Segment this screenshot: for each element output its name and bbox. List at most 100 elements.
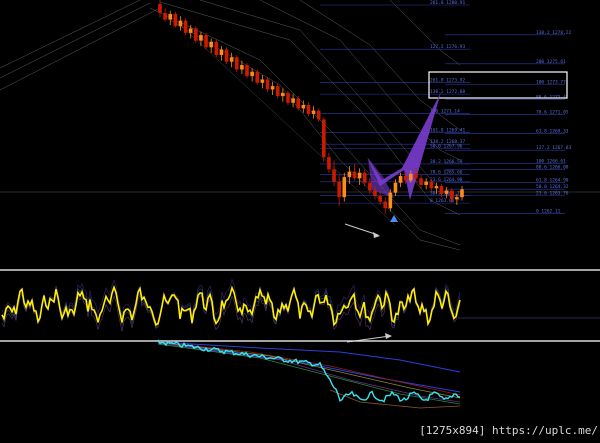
candle <box>168 10 173 26</box>
candle <box>209 38 213 53</box>
candle-body <box>460 189 464 198</box>
fib-level-label: 138.2 1272.88 <box>430 89 466 95</box>
candle <box>204 32 208 50</box>
candle <box>260 75 265 89</box>
fib-level-label: 100 1273.77 <box>536 79 566 85</box>
candle-body <box>296 98 301 109</box>
candle <box>255 69 260 86</box>
candle-body <box>234 57 239 70</box>
indicator-line-0 <box>157 341 461 373</box>
candle-body <box>409 173 413 181</box>
candle-body <box>342 177 347 198</box>
candle-body <box>368 182 372 191</box>
fib-level-label: 23.6 1263.76 <box>536 190 569 196</box>
candle-body <box>275 86 280 97</box>
candle-body <box>209 41 213 48</box>
candle <box>419 174 423 189</box>
candle-body <box>260 79 265 83</box>
candle <box>214 39 219 58</box>
candle-body <box>347 171 352 178</box>
candle <box>245 62 249 79</box>
candle <box>398 172 403 188</box>
trading-chart: 261.8 1280.91 138.2 1278.22 127.2 1276.93 2… <box>0 0 600 439</box>
candle-body <box>424 181 428 185</box>
candle <box>311 106 316 119</box>
candle-body <box>321 119 326 158</box>
candle-body <box>439 186 444 194</box>
candle-body <box>403 176 408 181</box>
candle-body <box>388 192 393 209</box>
candle <box>270 81 275 96</box>
fib-level-label: 161.8 1269.41 <box>430 128 466 134</box>
candle-body <box>291 98 295 103</box>
divergence-arrow-head <box>373 232 380 238</box>
candle-body <box>204 35 208 48</box>
candle <box>275 83 280 99</box>
candle-body <box>199 35 203 41</box>
candle-body <box>357 172 362 179</box>
candle <box>357 168 362 185</box>
candle-body <box>224 49 229 62</box>
fib-level-label: 88.6 1272.41 <box>536 94 569 100</box>
candle-body <box>214 41 219 56</box>
candle <box>388 189 393 212</box>
envelope-line-2 <box>0 7 161 91</box>
fib-level-label: 61.8 1264.90 <box>536 178 569 184</box>
fib-level-label: 78.6 1265.66 <box>430 169 463 175</box>
fib-level-label: 23.6 1264.98 <box>430 177 463 183</box>
candle-body <box>429 181 434 189</box>
candle-body <box>378 196 382 202</box>
divergence-arrow-head-2 <box>385 333 392 339</box>
candle-body <box>281 92 285 97</box>
fib-level-label: 261.8 1280.91 <box>430 0 466 6</box>
candle <box>173 11 178 28</box>
candle <box>327 152 331 173</box>
candle <box>219 46 224 61</box>
fib-level-label: 50.0 1264.32 <box>536 184 569 190</box>
candle-body <box>414 173 418 179</box>
candle-body <box>419 178 423 185</box>
envelope-line-9 <box>389 0 461 66</box>
candle <box>224 47 229 64</box>
fib-level-label: 61.8 1269.33 <box>536 129 569 135</box>
candle-body <box>245 65 249 77</box>
watermark: [1275x894] https://uplc.me/ <box>419 424 598 437</box>
candle-body <box>327 157 331 170</box>
fib-level-label: 50.0 1267.96 <box>430 144 463 150</box>
trend-diagonal <box>174 19 396 226</box>
fib-level-label: 0 1262.11 <box>536 209 561 215</box>
candle-body <box>250 71 254 77</box>
candle-body <box>383 201 388 209</box>
candle-body <box>332 169 336 182</box>
candle-body <box>337 181 341 198</box>
candle-body <box>393 182 398 193</box>
fib-level-label: 200 1275.61 <box>536 59 566 65</box>
candle <box>265 77 270 92</box>
candle <box>321 117 326 162</box>
candle-body <box>270 86 275 90</box>
fib-level-label: 78.6 1271.05 <box>536 109 569 115</box>
candle-body <box>168 13 173 20</box>
candle-body <box>229 57 234 62</box>
candle-body <box>398 176 403 183</box>
candle-body <box>255 71 260 83</box>
fib-level-label: 38.2 1266.59 <box>430 159 463 165</box>
candle-body <box>449 190 454 200</box>
envelope-line-4 <box>169 19 461 251</box>
candle <box>250 68 254 82</box>
candle <box>337 174 341 207</box>
candle-body <box>434 186 439 189</box>
candle-body <box>306 105 311 114</box>
candle <box>286 90 290 106</box>
oscillator-line <box>1 284 461 327</box>
candle-body <box>373 190 377 197</box>
candle-body <box>455 197 459 200</box>
candle <box>194 26 198 43</box>
candle-body <box>163 12 167 20</box>
candle-body <box>316 110 321 120</box>
candle <box>199 31 203 47</box>
candle <box>183 18 188 36</box>
fib-level-label: 261.8 1273.92 <box>430 78 466 84</box>
candle-body <box>240 65 244 70</box>
candle <box>306 102 311 117</box>
